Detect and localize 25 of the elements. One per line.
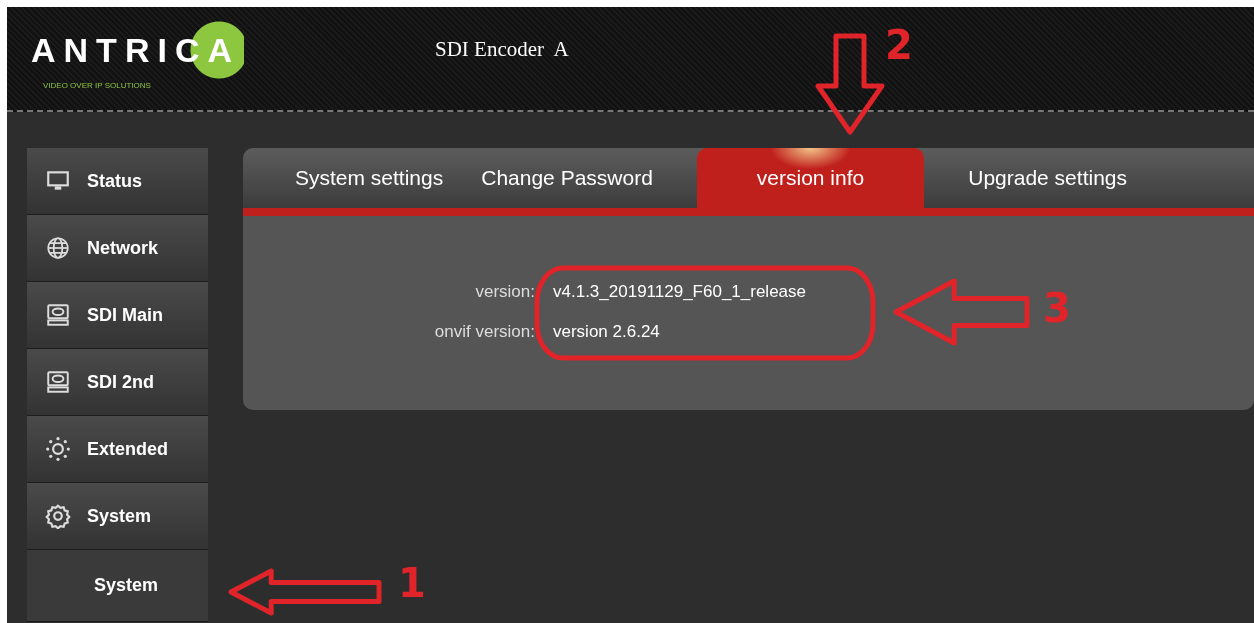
disc-drive-icon: [45, 302, 71, 328]
sidebar-item[interactable]: System: [27, 483, 208, 550]
sidebar-item[interactable]: Extended: [27, 416, 208, 483]
dotted-ring-icon: [45, 436, 71, 462]
annotation-number: 1: [398, 560, 426, 606]
sidebar-item[interactable]: Status: [27, 148, 208, 215]
sidebar-item[interactable]: SDI Main: [27, 282, 208, 349]
annotation-number: 2: [885, 22, 913, 68]
annotation-number: 3: [1043, 285, 1071, 331]
globe-icon: [45, 235, 71, 261]
tab[interactable]: version info: [696, 148, 925, 208]
tab[interactable]: Upgrade settings: [954, 148, 1141, 208]
sidebar-item[interactable]: SDI 2nd: [27, 349, 208, 416]
field-label: onvif version:: [434, 322, 535, 342]
sidebar-item[interactable]: Network: [27, 215, 208, 282]
disc-drive-icon: [45, 369, 71, 395]
field-label: version:: [475, 282, 535, 302]
tab[interactable]: Change Password: [467, 148, 667, 208]
gear-icon: [45, 503, 71, 529]
field-value: version 2.6.24: [553, 322, 660, 342]
device-title: SDI Encoder A: [435, 37, 569, 62]
field-value: v4.1.3_20191129_F60_1_release: [553, 282, 806, 302]
submenu-item[interactable]: System: [27, 550, 208, 622]
logo-tagline: VIDEO OVER IP SOLUTIONS: [43, 80, 151, 90]
tab[interactable]: System settings: [281, 148, 458, 208]
